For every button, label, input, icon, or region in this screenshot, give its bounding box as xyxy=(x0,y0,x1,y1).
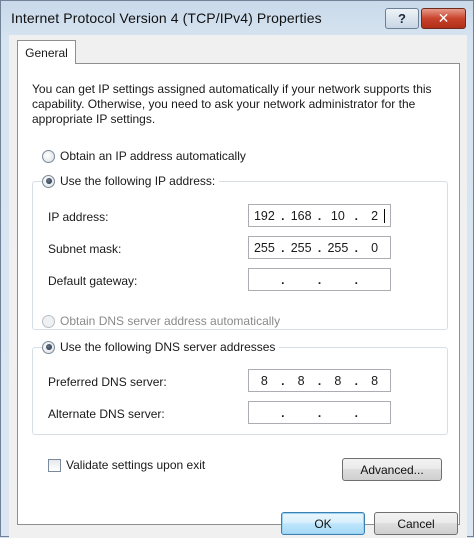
ip-auto-option[interactable]: Obtain an IP address automatically xyxy=(42,149,246,163)
ip-octet-1: 192 xyxy=(253,208,275,223)
ip-manual-label: Use the following IP address: xyxy=(60,174,216,188)
close-icon: ✕ xyxy=(437,10,450,26)
dns-auto-label: Obtain DNS server address automatically xyxy=(60,314,281,328)
text-caret xyxy=(384,209,385,223)
ip-address-field[interactable]: 192. 168. 10. 2 xyxy=(248,204,391,227)
ip-manual-radio[interactable] xyxy=(42,174,55,188)
preferred-dns-field[interactable]: 8. 8. 8. 8 xyxy=(248,369,391,392)
advanced-button[interactable]: Advanced... xyxy=(342,458,442,481)
tab-general[interactable]: General xyxy=(17,40,76,64)
dns-manual-label: Use the following DNS server addresses xyxy=(60,340,276,354)
alternate-dns-label: Alternate DNS server: xyxy=(48,407,165,421)
help-button[interactable]: ? xyxy=(385,8,419,29)
close-button[interactable]: ✕ xyxy=(421,8,466,29)
subnet-octet-1: 255 xyxy=(253,240,275,255)
subnet-octet-2: 255 xyxy=(290,240,312,255)
validate-label: Validate settings upon exit xyxy=(66,458,206,472)
default-gateway-field[interactable]: . . . xyxy=(248,268,391,291)
window-title: Internet Protocol Version 4 (TCP/IPv4) P… xyxy=(11,10,322,26)
dns-manual-option[interactable]: Use the following DNS server addresses xyxy=(42,340,280,354)
cancel-button[interactable]: Cancel xyxy=(374,512,458,535)
description-text: You can get IP settings assigned automat… xyxy=(32,82,432,126)
help-icon: ? xyxy=(398,11,406,26)
validate-checkbox[interactable] xyxy=(48,458,61,472)
preferred-dns-label: Preferred DNS server: xyxy=(48,375,167,389)
ip-auto-label: Obtain an IP address automatically xyxy=(60,149,246,163)
subnet-mask-field[interactable]: 255. 255. 255. 0 xyxy=(248,236,391,259)
ip-manual-option[interactable]: Use the following IP address: xyxy=(42,174,220,188)
preferred-octet-1: 8 xyxy=(260,373,268,388)
dns-auto-radio xyxy=(42,314,55,328)
dns-auto-option: Obtain DNS server address automatically xyxy=(42,314,280,328)
ip-address-label: IP address: xyxy=(48,210,109,224)
dialog-window: Internet Protocol Version 4 (TCP/IPv4) P… xyxy=(0,0,474,538)
subnet-octet-4: 0 xyxy=(371,240,379,255)
preferred-octet-2: 8 xyxy=(297,373,305,388)
ip-octet-3: 10 xyxy=(330,208,345,223)
preferred-octet-4: 8 xyxy=(371,373,379,388)
ip-octet-4: 2 xyxy=(371,208,379,223)
alternate-dns-field[interactable]: . . . xyxy=(248,401,391,424)
preferred-octet-3: 8 xyxy=(334,373,342,388)
ip-octet-2: 168 xyxy=(290,208,312,223)
ip-auto-radio[interactable] xyxy=(42,149,55,163)
dns-manual-radio[interactable] xyxy=(42,340,55,354)
dialog-client-area: General You can get IP settings assigned… xyxy=(9,35,467,538)
subnet-octet-3: 255 xyxy=(327,240,349,255)
ok-button[interactable]: OK xyxy=(281,512,365,535)
title-bar[interactable]: Internet Protocol Version 4 (TCP/IPv4) P… xyxy=(1,1,473,35)
default-gateway-label: Default gateway: xyxy=(48,274,138,288)
subnet-mask-label: Subnet mask: xyxy=(48,242,122,256)
general-tab-panel: You can get IP settings assigned automat… xyxy=(17,63,460,525)
validate-option[interactable]: Validate settings upon exit xyxy=(48,458,205,472)
